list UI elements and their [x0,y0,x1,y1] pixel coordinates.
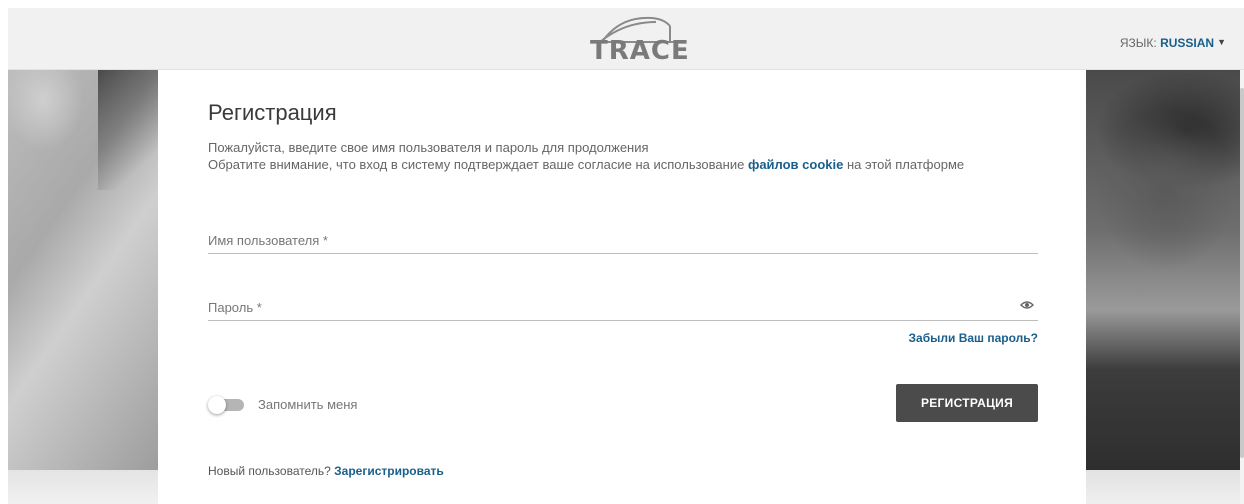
background-photo-left [8,70,178,470]
background-photo-right [1086,70,1240,470]
toggle-knob [208,396,226,414]
top-header: TRACE ЯЗЫК: RUSSIAN ▼ [8,8,1244,70]
eye-icon[interactable] [1020,300,1034,310]
login-button[interactable]: РЕГИСТРАЦИЯ [896,384,1038,422]
top-strip [0,0,1244,8]
username-field [208,228,1038,254]
trace-logo[interactable]: TRACE [590,14,690,68]
caret-down-icon: ▼ [1217,37,1226,47]
cookie-policy-link[interactable]: файлов cookie [748,157,843,172]
background-photo-left-lower [8,470,158,504]
new-user-text: Новый пользователь? [208,464,331,478]
remember-me-toggle[interactable] [208,396,244,414]
language-value: RUSSIAN [1160,36,1215,50]
cookie-notice-prefix: Обратите внимание, что вход в систему по… [208,157,745,172]
logo-text: TRACE [590,36,690,66]
remember-me-label[interactable]: Запомнить меня [258,397,357,412]
language-selector[interactable]: ЯЗЫК: RUSSIAN ▼ [1120,36,1226,50]
new-user-prompt: Новый пользователь? Зарегистрировать [208,464,444,478]
page-title: Регистрация [208,100,337,125]
login-instructions: Пожалуйста, введите свое имя пользовател… [208,139,964,173]
forgot-password-link[interactable]: Забыли Ваш пароль? [909,331,1038,345]
username-input[interactable] [208,228,1038,252]
instructions-line-2: Обратите внимание, что вход в систему по… [208,156,964,173]
login-card: Регистрация Пожалуйста, введите свое имя… [158,70,1086,504]
language-label: ЯЗЫК: [1119,36,1157,50]
password-field [208,295,1038,321]
scrollbar-thumb[interactable] [1240,88,1244,458]
cookie-notice-suffix: на этой платформе [846,157,965,172]
instructions-line-1: Пожалуйста, введите свое имя пользовател… [208,140,649,155]
password-input[interactable] [208,295,1038,319]
register-link[interactable]: Зарегистрировать [334,464,444,478]
background-photo-right-lower [1086,470,1240,504]
